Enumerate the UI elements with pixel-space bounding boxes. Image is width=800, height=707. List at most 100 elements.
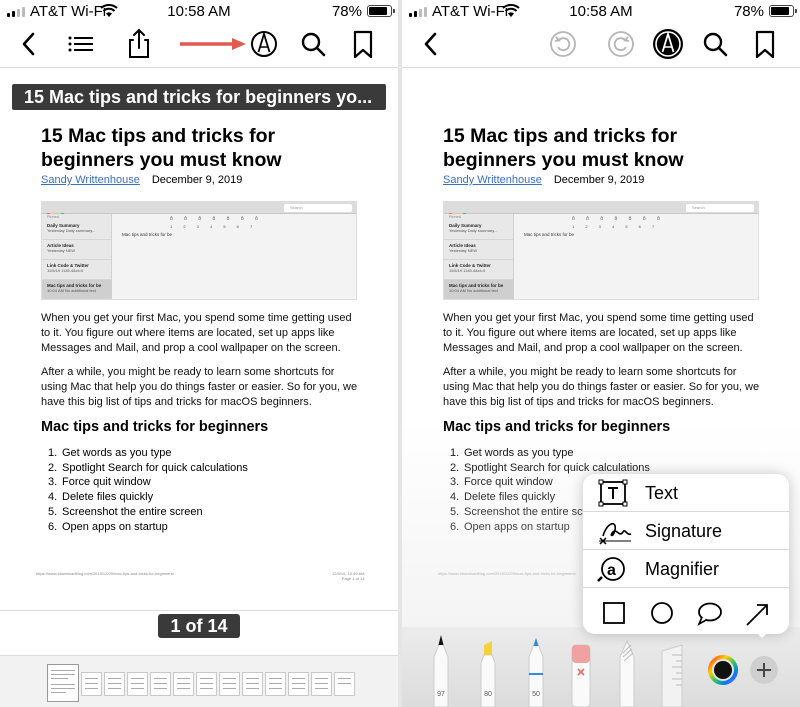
bookmark-icon bbox=[353, 30, 373, 59]
screenshot-note-body: Mac tips and tricks for be bbox=[524, 232, 575, 237]
markup-toolbar bbox=[402, 26, 800, 66]
undo-button[interactable] bbox=[545, 26, 581, 66]
screenshot-numbers: 1 2 3 4 5 6 7 bbox=[170, 224, 258, 229]
list-number: 5. bbox=[48, 505, 58, 518]
pdf-page[interactable]: 15 Mac tips and tricks for beginners you… bbox=[0, 68, 398, 707]
paragraph-2: After a while, you might be ready to lea… bbox=[41, 366, 358, 408]
screenshot-search-field: Search bbox=[686, 204, 754, 212]
thumbnail-strip[interactable] bbox=[0, 655, 398, 707]
redo-button[interactable] bbox=[603, 26, 639, 66]
thumbnail-page[interactable] bbox=[81, 672, 102, 696]
byline: Sandy Writtenhouse December 9, 2019 bbox=[443, 174, 644, 186]
search-button[interactable] bbox=[295, 26, 331, 66]
list-item: 5. Screenshot the entire screen bbox=[48, 505, 248, 520]
battery-icon bbox=[769, 5, 797, 17]
add-button[interactable] bbox=[749, 655, 779, 685]
thumbnail-page[interactable] bbox=[265, 672, 286, 696]
list-icon bbox=[68, 36, 93, 52]
article-screenshot: Search Pinned Daily Summary Yesterday Dai… bbox=[443, 201, 759, 300]
article-date: December 9, 2019 bbox=[553, 174, 645, 186]
list-item: 3. Force quit window bbox=[48, 475, 248, 490]
color-picker-icon[interactable] bbox=[708, 655, 738, 685]
tips-list: 1. Get words as you type 2. Spotlight Sear… bbox=[48, 446, 248, 534]
thumbnail-page-1[interactable] bbox=[47, 664, 79, 702]
speech-bubble-icon[interactable] bbox=[697, 602, 723, 626]
search-icon bbox=[301, 32, 326, 57]
highlighter-width-label: 80 bbox=[484, 691, 492, 698]
bookmark-button[interactable] bbox=[345, 26, 381, 66]
left-screen: AT&T Wi-Fi 10:58 AM 78% 15 Mac tips and … bbox=[0, 0, 398, 707]
list-text: Spotlight Search for quick calculations bbox=[62, 461, 248, 474]
page-footer-meta: 12/9/19, 10:49 AM Page 1 of 14 bbox=[332, 571, 364, 581]
square-icon[interactable] bbox=[603, 602, 625, 624]
menu-item-label: Signature bbox=[645, 521, 723, 541]
list-number: 3. bbox=[48, 476, 58, 489]
share-button[interactable] bbox=[121, 26, 157, 66]
thumbnail-page[interactable] bbox=[150, 672, 171, 696]
eraser-tool[interactable] bbox=[568, 631, 594, 707]
menu-item-magnifier[interactable]: a Magnifier bbox=[583, 550, 789, 588]
author-link[interactable]: Sandy Writtenhouse bbox=[443, 174, 542, 186]
list-number: 6. bbox=[48, 520, 58, 533]
thumbnail-page[interactable] bbox=[127, 672, 148, 696]
list-text: Delete files quickly bbox=[62, 491, 154, 504]
article-title: 15 Mac tips and tricks for beginners you… bbox=[443, 125, 684, 171]
menu-item-signature[interactable]: Signature bbox=[583, 512, 789, 550]
markup-button-active[interactable] bbox=[650, 26, 686, 66]
back-button[interactable] bbox=[414, 26, 450, 66]
bookmark-icon bbox=[755, 30, 775, 59]
pencil-width-label: 50 bbox=[532, 691, 540, 698]
article-title: 15 Mac tips and tricks for beginners you… bbox=[41, 125, 282, 171]
battery-icon bbox=[367, 5, 395, 17]
list-item: 4. Delete files quickly bbox=[48, 490, 248, 505]
magnifier-icon: a bbox=[597, 557, 625, 582]
paragraph-1: When you get your first Mac, you spend s… bbox=[443, 312, 754, 354]
markup-icon bbox=[251, 30, 277, 57]
text-box-icon bbox=[598, 479, 628, 507]
screenshot-note-sub: Yesterday NEW bbox=[47, 248, 76, 253]
search-button[interactable] bbox=[697, 26, 733, 66]
page-separator bbox=[0, 610, 398, 611]
thumbnail-page[interactable] bbox=[104, 672, 125, 696]
list-text: Force quit window bbox=[62, 476, 151, 489]
list-text: Get words as you type bbox=[62, 447, 172, 459]
author-link[interactable]: Sandy Writtenhouse bbox=[41, 174, 140, 186]
table-of-contents-button[interactable] bbox=[63, 26, 99, 66]
arrow-icon[interactable] bbox=[745, 601, 771, 627]
screenshot-numbers: 1 2 3 4 5 6 7 bbox=[572, 224, 660, 229]
markup-add-menu: Text Signature a Magnifier bbox=[583, 474, 789, 634]
list-number: 4. bbox=[48, 491, 58, 504]
thumbnail-page[interactable] bbox=[288, 672, 309, 696]
paragraph-2: After a while, you might be ready to lea… bbox=[443, 366, 760, 408]
circle-icon[interactable] bbox=[651, 602, 673, 624]
ruler-tool[interactable] bbox=[658, 631, 686, 707]
lasso-tool[interactable] bbox=[614, 631, 640, 707]
screenshot-note-sub: Yesterday NEW bbox=[449, 248, 478, 253]
redo-icon bbox=[608, 31, 634, 57]
markup-tool-palette: 97 80 50 bbox=[402, 627, 800, 707]
thumbnail-page[interactable] bbox=[311, 672, 332, 696]
section-heading: Mac tips and tricks for beginners bbox=[41, 419, 269, 435]
markup-button[interactable] bbox=[246, 26, 282, 66]
thumbnail-page[interactable] bbox=[173, 672, 194, 696]
list-text: Open apps on startup bbox=[62, 520, 168, 533]
share-icon bbox=[129, 28, 149, 58]
svg-text:a: a bbox=[607, 562, 616, 579]
page-indicator: 1 of 14 bbox=[158, 614, 240, 638]
paragraph-1: When you get your first Mac, you spend s… bbox=[41, 312, 352, 354]
bookmark-button[interactable] bbox=[747, 26, 783, 66]
thumbnail-page[interactable] bbox=[196, 672, 217, 696]
thumbnail-page[interactable] bbox=[219, 672, 240, 696]
page-footer-url: https://www.idownloadblog.com/2019/12/09… bbox=[36, 571, 174, 576]
undo-icon bbox=[550, 31, 576, 57]
pen-width-label: 97 bbox=[437, 691, 445, 698]
document-title-banner: 15 Mac tips and tricks for beginners yo.… bbox=[12, 84, 386, 110]
menu-item-text[interactable]: Text bbox=[583, 474, 789, 512]
back-button[interactable] bbox=[12, 26, 48, 66]
screenshot-note-sub: 10:04 AM No additional text bbox=[47, 288, 96, 293]
menu-item-label: Magnifier bbox=[645, 559, 720, 579]
thumbnail-page[interactable] bbox=[334, 672, 355, 696]
back-chevron-icon bbox=[424, 32, 437, 56]
thumbnail-page[interactable] bbox=[242, 672, 263, 696]
menu-pointer bbox=[752, 628, 772, 638]
